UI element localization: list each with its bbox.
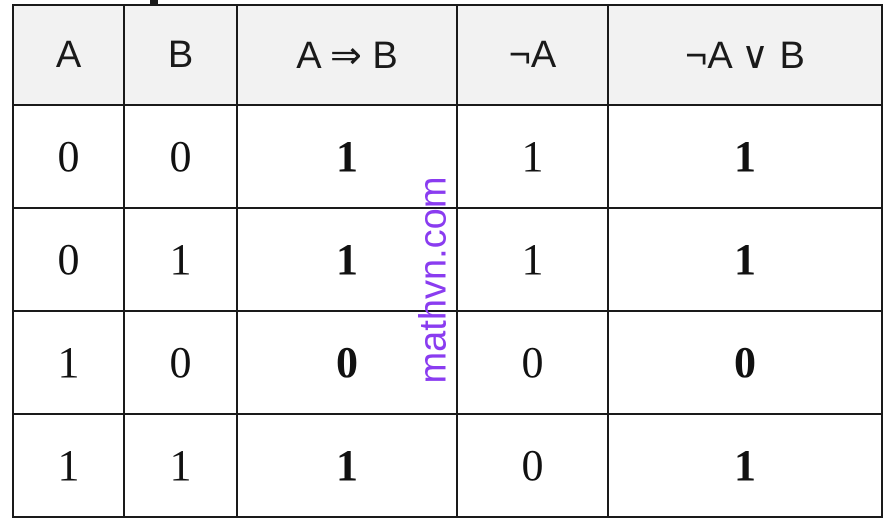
truth-table-page: A B A ⇒ B ¬A ¬A ∨ B 0 0 1 1 1 0 1 1 1 1 [0,0,895,527]
header-a-implies-b: A ⇒ B [236,4,458,106]
cell-not-a: 0 [456,413,609,518]
cell-not-a: 1 [456,104,609,209]
cell-not-a-or-b: 1 [607,104,883,209]
header-row: A B A ⇒ B ¬A ¬A ∨ B [12,4,883,106]
cell-not-a: 0 [456,310,609,415]
cell-b: 0 [123,310,238,415]
cell-not-a-or-b: 1 [607,207,883,312]
cell-a: 0 [12,207,125,312]
cell-not-a-or-b: 1 [607,413,883,518]
watermark-text: mathvn.com [412,176,455,384]
cell-b: 1 [123,413,238,518]
cell-a: 0 [12,104,125,209]
header-not-a-or-b: ¬A ∨ B [607,4,883,106]
cell-a-implies-b: 1 [236,413,458,518]
cell-b: 0 [123,104,238,209]
cell-not-a: 1 [456,207,609,312]
cell-a: 1 [12,310,125,415]
header-not-a: ¬A [456,4,609,106]
header-a: A [12,4,125,106]
table-row: 1 1 1 0 1 [12,413,883,518]
cell-not-a-or-b: 0 [607,310,883,415]
cell-b: 1 [123,207,238,312]
cell-a: 1 [12,413,125,518]
header-b: B [123,4,238,106]
